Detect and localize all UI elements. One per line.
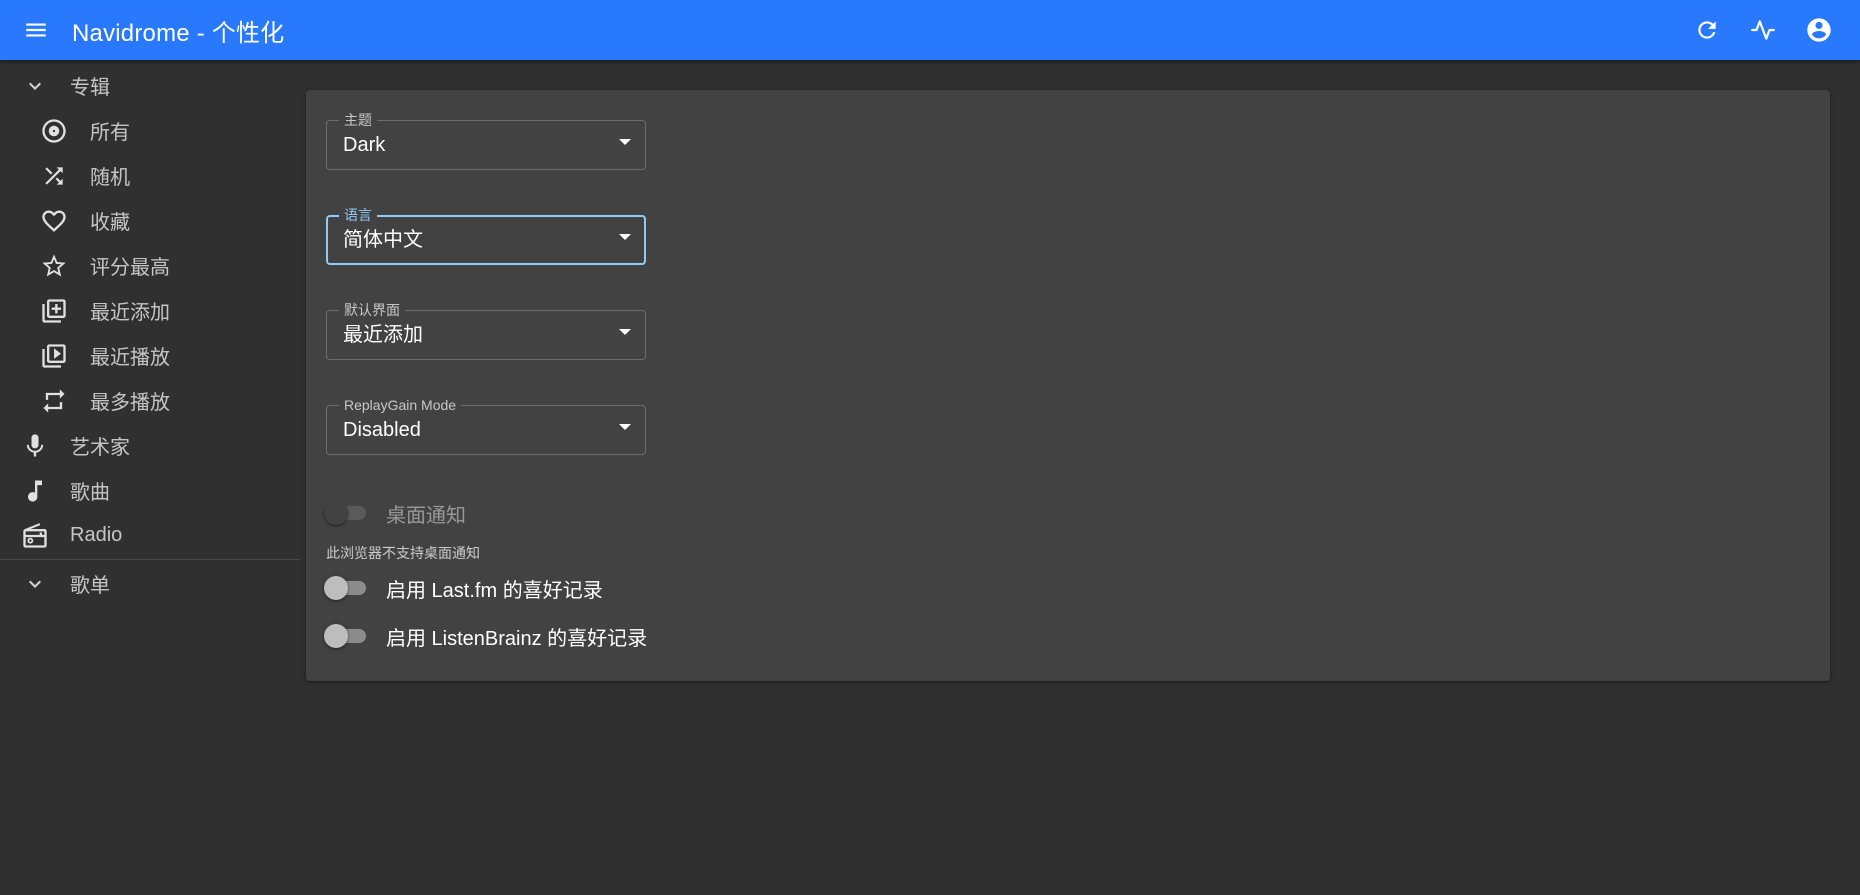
chevron-down-icon bbox=[21, 72, 49, 100]
listenbrainz-scrobble-switch[interactable] bbox=[324, 621, 370, 651]
sidebar-item-label: 最近添加 bbox=[90, 302, 170, 324]
sidebar-item-recently-played[interactable]: 最近播放 bbox=[0, 333, 300, 378]
sidebar-item-label: 收藏 bbox=[90, 212, 130, 234]
theme-select[interactable]: 主题 Dark bbox=[326, 112, 646, 170]
dropdown-arrow-icon bbox=[619, 329, 631, 335]
menu-icon bbox=[26, 23, 46, 37]
activity-button[interactable] bbox=[1735, 0, 1791, 60]
sidebar-section-label: 歌单 bbox=[70, 575, 110, 597]
sidebar-item-label: 艺术家 bbox=[70, 437, 130, 459]
music-note-icon bbox=[21, 477, 49, 505]
heart-icon bbox=[40, 207, 68, 235]
sidebar-section-label: 专辑 bbox=[70, 77, 110, 99]
default-view-select-value: 最近添加 bbox=[343, 324, 423, 346]
album-disc-icon bbox=[40, 117, 68, 145]
sidebar-item-recently-added[interactable]: 最近添加 bbox=[0, 288, 300, 333]
dropdown-arrow-icon bbox=[619, 234, 631, 240]
listenbrainz-scrobble-label: 启用 ListenBrainz 的喜好记录 bbox=[386, 627, 648, 650]
desktop-notifications-toggle-row: 桌面通知 bbox=[324, 498, 466, 528]
menu-button[interactable] bbox=[0, 0, 72, 60]
language-select-value: 简体中文 bbox=[343, 229, 423, 251]
sidebar-item-label: 评分最高 bbox=[90, 257, 170, 279]
sidebar-item-label: 所有 bbox=[90, 122, 130, 144]
sidebar-item-label: Radio bbox=[70, 524, 123, 546]
dropdown-arrow-icon bbox=[619, 139, 631, 145]
language-select-label: 语言 bbox=[339, 207, 377, 223]
sidebar-item-label: 歌曲 bbox=[70, 482, 110, 504]
sidebar-item-label: 最近播放 bbox=[90, 347, 170, 369]
desktop-notifications-switch bbox=[324, 498, 370, 528]
app-bar: Navidrome - 个性化 bbox=[0, 0, 1860, 60]
video-library-icon bbox=[40, 342, 68, 370]
microphone-icon bbox=[21, 432, 49, 460]
sidebar-section-albums[interactable]: 专辑 bbox=[0, 63, 300, 108]
library-add-icon bbox=[40, 297, 68, 325]
sidebar-item-label: 随机 bbox=[90, 167, 130, 189]
default-view-select-label: 默认界面 bbox=[339, 302, 405, 318]
sidebar-section-playlists[interactable]: 歌单 bbox=[0, 561, 300, 606]
app-title: Navidrome - 个性化 bbox=[72, 19, 285, 47]
account-circle-icon bbox=[1807, 18, 1831, 42]
listenbrainz-scrobble-toggle-row[interactable]: 启用 ListenBrainz 的喜好记录 bbox=[324, 621, 647, 651]
lastfm-scrobble-toggle-row[interactable]: 启用 Last.fm 的喜好记录 bbox=[324, 573, 603, 603]
replaygain-mode-select-value: Disabled bbox=[343, 419, 421, 441]
sidebar-item-radio[interactable]: Radio bbox=[0, 513, 300, 558]
lastfm-scrobble-switch[interactable] bbox=[324, 573, 370, 603]
radio-icon bbox=[21, 522, 49, 550]
sidebar-divider bbox=[0, 559, 300, 560]
theme-select-label: 主题 bbox=[339, 112, 377, 128]
replaygain-mode-select[interactable]: ReplayGain Mode Disabled bbox=[326, 397, 646, 455]
star-icon bbox=[40, 252, 68, 280]
sidebar-item-top-rated[interactable]: 评分最高 bbox=[0, 243, 300, 288]
dropdown-arrow-icon bbox=[619, 424, 631, 430]
desktop-notifications-label: 桌面通知 bbox=[386, 504, 466, 527]
language-select[interactable]: 语言 简体中文 bbox=[326, 207, 646, 265]
sidebar-item-artists[interactable]: 艺术家 bbox=[0, 423, 300, 468]
theme-select-value: Dark bbox=[343, 134, 386, 156]
sidebar: 专辑 所有 随机 收藏 评分最高 最近添加 最近播放 最多播放 艺术家 歌曲 R… bbox=[0, 60, 300, 895]
lastfm-scrobble-label: 启用 Last.fm 的喜好记录 bbox=[386, 579, 603, 602]
account-button[interactable] bbox=[1791, 0, 1847, 60]
default-view-select[interactable]: 默认界面 最近添加 bbox=[326, 302, 646, 360]
sidebar-item-songs[interactable]: 歌曲 bbox=[0, 468, 300, 513]
sidebar-item-all[interactable]: 所有 bbox=[0, 108, 300, 153]
repeat-icon bbox=[40, 387, 68, 415]
sidebar-item-most-played[interactable]: 最多播放 bbox=[0, 378, 300, 423]
sidebar-item-label: 最多播放 bbox=[90, 392, 170, 414]
sidebar-item-favorites[interactable]: 收藏 bbox=[0, 198, 300, 243]
replaygain-mode-select-label: ReplayGain Mode bbox=[339, 397, 462, 413]
desktop-notifications-helper-text: 此浏览器不支持桌面通知 bbox=[326, 545, 480, 561]
shuffle-icon bbox=[40, 162, 68, 190]
refresh-icon bbox=[1698, 21, 1716, 39]
refresh-button[interactable] bbox=[1679, 0, 1735, 60]
chevron-down-icon bbox=[21, 570, 49, 598]
sidebar-item-random[interactable]: 随机 bbox=[0, 153, 300, 198]
personal-settings-card: 主题 Dark 语言 简体中文 默认界面 最近添加 ReplayGain Mod… bbox=[306, 90, 1830, 681]
activity-pulse-icon bbox=[1751, 20, 1775, 40]
